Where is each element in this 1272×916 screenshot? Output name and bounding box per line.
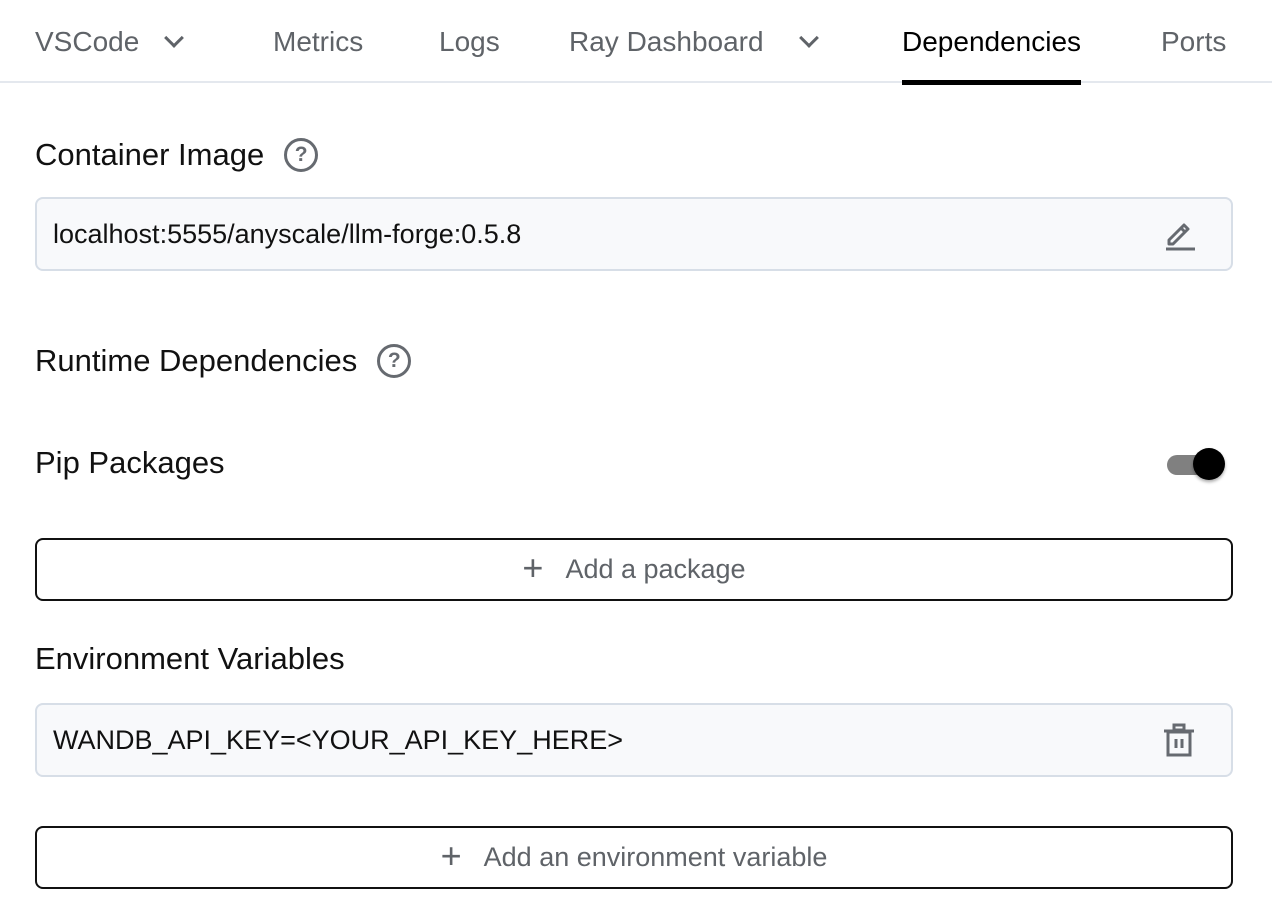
container-image-title: Container Image xyxy=(35,137,265,172)
plus-icon: + xyxy=(522,546,544,588)
tab-vscode[interactable]: VSCode xyxy=(35,0,185,83)
add-environment-variable-button[interactable]: + Add an environment variable xyxy=(35,826,1233,889)
tab-logs[interactable]: Logs xyxy=(439,0,500,83)
pencil-edit-icon[interactable] xyxy=(1161,216,1197,252)
container-image-heading: Container Image ? xyxy=(35,137,319,173)
question-circle-icon[interactable]: ? xyxy=(284,138,319,172)
tab-label: VSCode xyxy=(35,25,140,57)
chevron-down-icon[interactable] xyxy=(798,27,819,48)
tab-ray-dashboard[interactable]: Ray Dashboard xyxy=(569,0,819,83)
chevron-down-icon[interactable] xyxy=(164,27,185,48)
environment-variables-heading: Environment Variables xyxy=(35,641,345,677)
tab-bar: VSCode Metrics Logs Ray Dashboard Depend… xyxy=(0,0,1272,85)
question-circle-icon[interactable]: ? xyxy=(377,344,412,378)
runtime-dependencies-title: Runtime Dependencies xyxy=(35,343,358,378)
container-image-field[interactable]: localhost:5555/anyscale/llm-forge:0.5.8 xyxy=(35,197,1233,271)
container-image-value: localhost:5555/anyscale/llm-forge:0.5.8 xyxy=(53,218,522,249)
tab-label: Ray Dashboard xyxy=(569,25,764,57)
tab-dependencies[interactable]: Dependencies xyxy=(902,0,1082,85)
add-package-label: Add a package xyxy=(565,554,746,584)
tab-label: Dependencies xyxy=(902,25,1082,57)
environment-variable-value: WANDB_API_KEY=<YOUR_API_KEY_HERE> xyxy=(53,724,623,755)
tab-label: Logs xyxy=(439,25,500,57)
pip-packages-toggle[interactable] xyxy=(1167,447,1227,481)
tab-label: Ports xyxy=(1161,25,1227,57)
add-package-button[interactable]: + Add a package xyxy=(35,538,1233,601)
tab-metrics[interactable]: Metrics xyxy=(273,0,363,83)
add-environment-variable-label: Add an environment variable xyxy=(483,842,828,872)
plus-icon: + xyxy=(440,834,462,876)
tab-label: Metrics xyxy=(273,25,364,57)
runtime-dependencies-heading: Runtime Dependencies ? xyxy=(35,343,412,379)
toggle-thumb[interactable] xyxy=(1193,448,1225,480)
trash-icon[interactable] xyxy=(1161,722,1197,758)
pip-packages-title: Pip Packages xyxy=(35,445,225,480)
tab-ports[interactable]: Ports xyxy=(1161,0,1226,83)
environment-variable-field[interactable]: WANDB_API_KEY=<YOUR_API_KEY_HERE> xyxy=(35,703,1233,777)
environment-variables-title: Environment Variables xyxy=(35,641,345,676)
pip-packages-heading: Pip Packages xyxy=(35,445,225,481)
